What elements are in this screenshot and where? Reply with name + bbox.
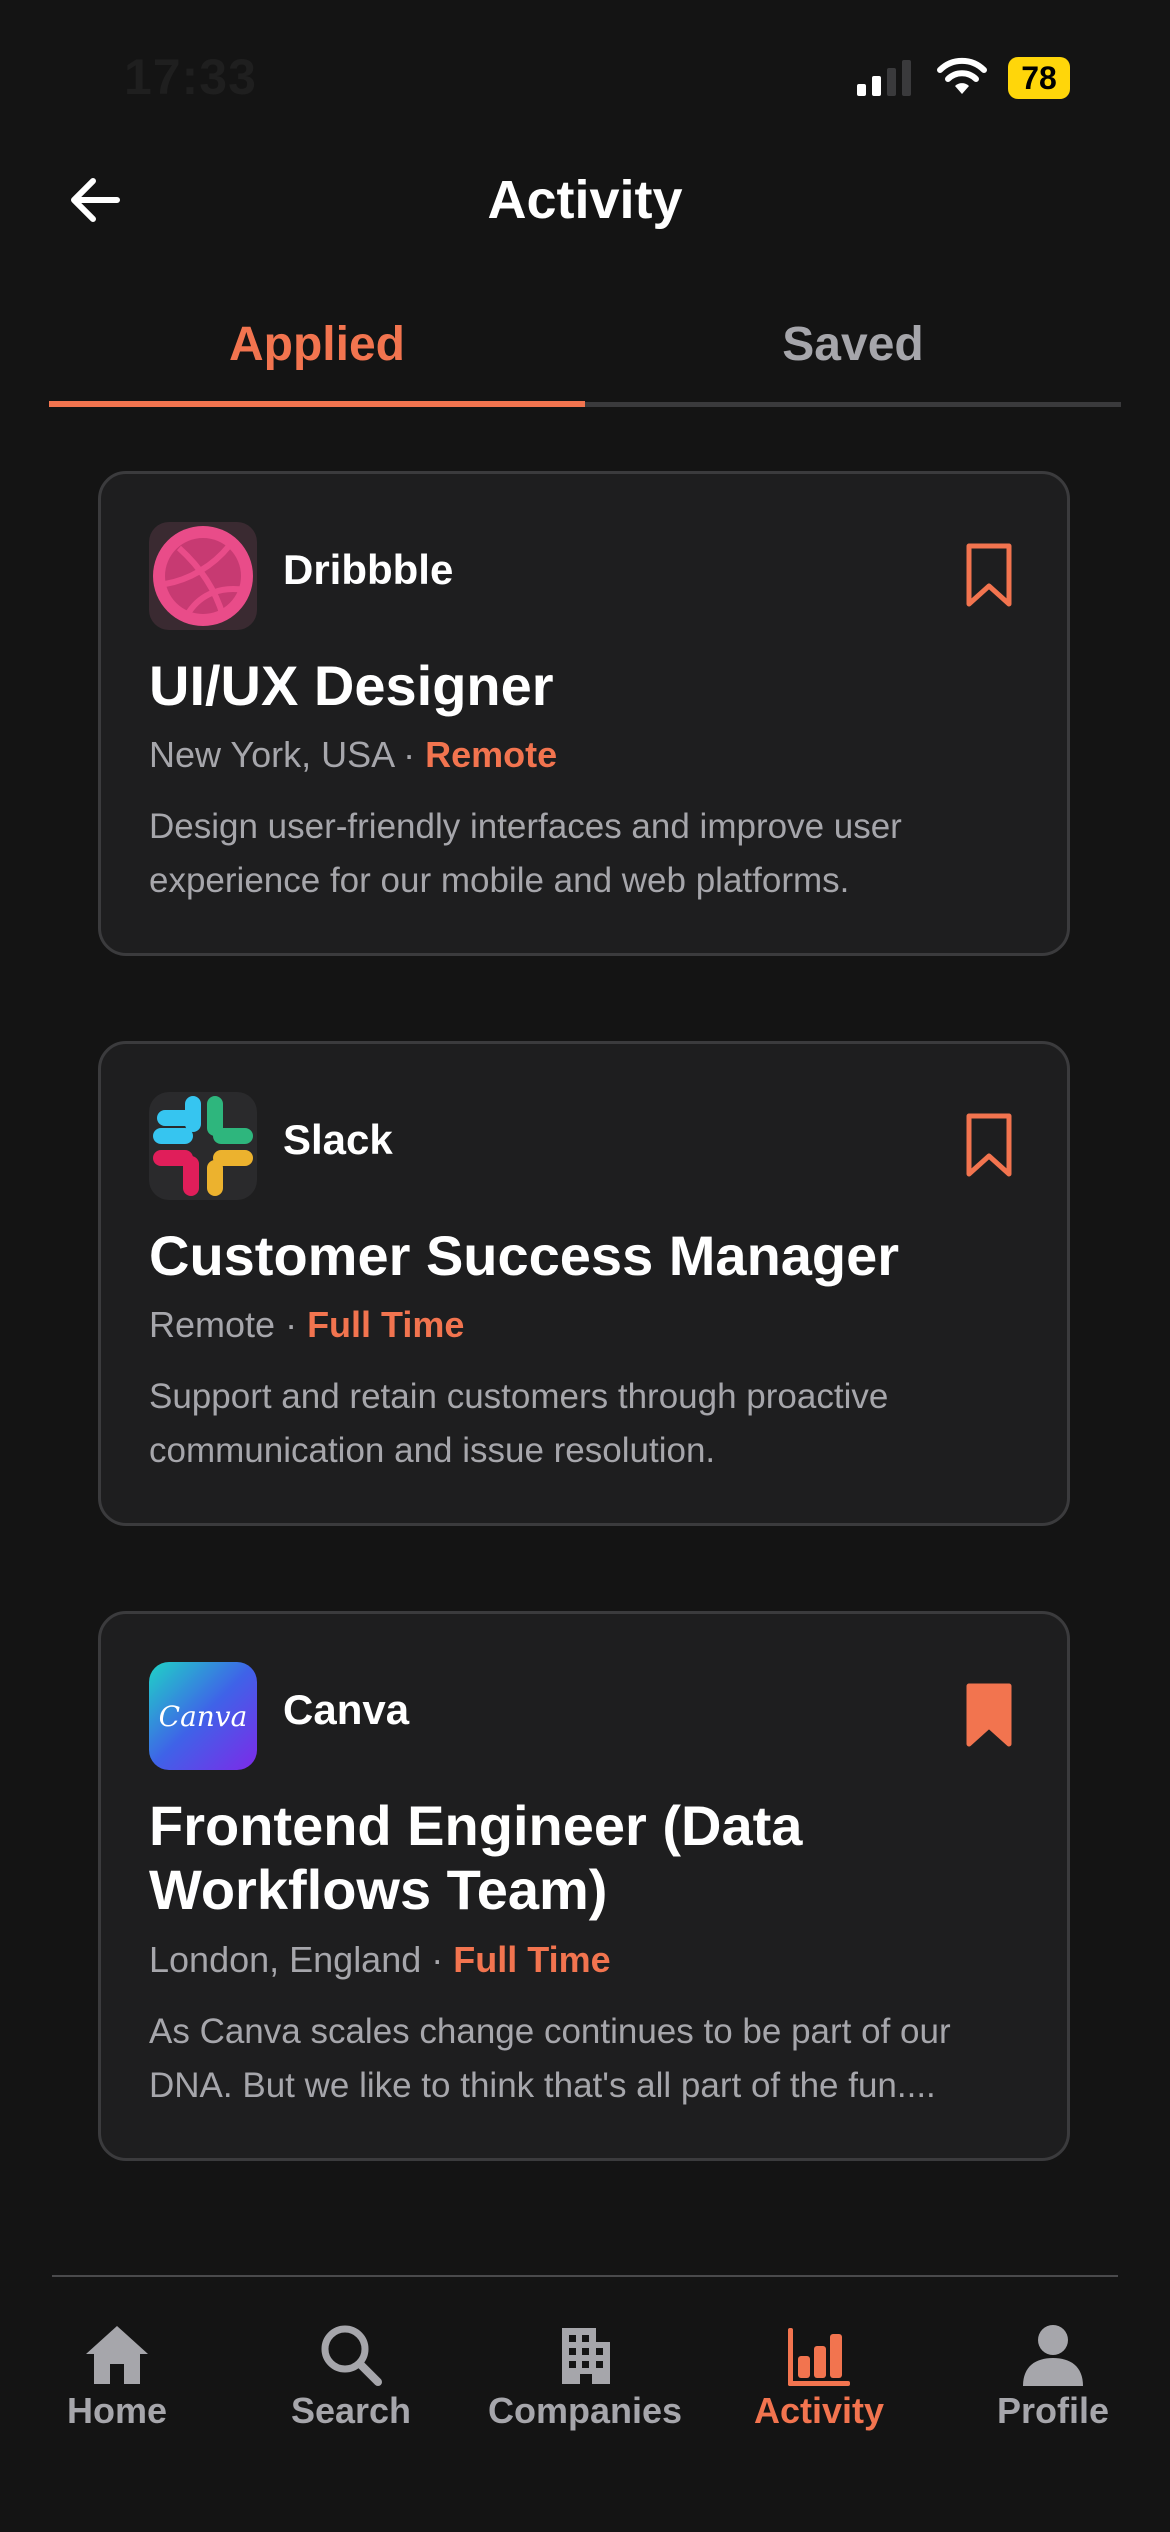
bookmark-icon[interactable] xyxy=(963,1112,1015,1178)
cellular-signal-icon xyxy=(857,60,911,96)
home-icon xyxy=(86,2326,148,2384)
company-name: Canva xyxy=(283,1686,410,1733)
nav-label: Home xyxy=(66,2390,168,2431)
bottom-nav: Home Search Companies Activity Profile xyxy=(0,2290,1170,2460)
job-description: As Canva scales change continues to be p… xyxy=(149,2012,951,2105)
job-card[interactable]: Canva Canva Frontend Engineer (Data Work… xyxy=(98,1611,1070,2161)
tab-applied[interactable]: Applied xyxy=(49,290,585,406)
arrow-left-icon xyxy=(71,178,120,222)
job-meta: Remote · Full Time xyxy=(149,1304,464,1346)
nav-label: Activity xyxy=(753,2390,885,2431)
status-bar: 17:33 78 xyxy=(0,0,1170,150)
nav-label: Search xyxy=(290,2390,412,2431)
building-icon xyxy=(562,2328,610,2384)
nav-item-home[interactable]: Home xyxy=(0,2290,234,2460)
svg-text:Canva: Canva xyxy=(159,1700,248,1733)
job-title: Frontend Engineer (Data Workflows Team) xyxy=(149,1794,803,1921)
status-time: 17:33 xyxy=(124,49,257,105)
battery-indicator: 78 xyxy=(1008,57,1070,99)
bar-chart-icon xyxy=(788,2328,850,2386)
wifi-icon xyxy=(937,57,987,94)
job-type-tag: Remote xyxy=(425,734,558,775)
tab-saved[interactable]: Saved xyxy=(585,290,1121,406)
job-meta: New York, USA · Remote xyxy=(149,734,557,776)
job-location: New York, USA xyxy=(149,734,394,775)
nav-item-search[interactable]: Search xyxy=(234,2290,468,2460)
job-meta: London, England · Full Time xyxy=(149,1939,611,1981)
job-type-tag: Full Time xyxy=(307,1304,465,1345)
tab-active-indicator xyxy=(49,401,585,407)
job-title: Customer Success Manager xyxy=(149,1224,900,1287)
job-location: London, England xyxy=(149,1939,422,1980)
tab-bar: Applied Saved xyxy=(49,290,1121,410)
meta-separator: · xyxy=(275,1304,308,1345)
slack-logo xyxy=(149,1092,257,1200)
back-button[interactable] xyxy=(60,170,130,230)
job-card[interactable]: Dribbble UI/UX Designer New York, USA · … xyxy=(98,471,1070,956)
job-description: Support and retain customers through pro… xyxy=(149,1377,889,1470)
search-icon xyxy=(321,2325,382,2386)
job-location: Remote xyxy=(149,1304,276,1345)
nav-label: Companies xyxy=(487,2390,683,2431)
nav-label: Profile xyxy=(996,2390,1110,2431)
bookmark-icon[interactable] xyxy=(963,542,1015,608)
nav-item-profile[interactable]: Profile xyxy=(936,2290,1170,2460)
job-card[interactable]: Slack Customer Success Manager Remote · … xyxy=(98,1041,1070,1526)
canva-logo: Canva xyxy=(149,1662,257,1770)
dribbble-logo xyxy=(149,522,257,630)
page-title: Activity xyxy=(487,170,683,230)
job-title: UI/UX Designer xyxy=(149,654,554,717)
company-name: Dribbble xyxy=(283,546,454,593)
company-name: Slack xyxy=(283,1116,393,1163)
nav-item-companies[interactable]: Companies xyxy=(468,2290,702,2460)
job-description: Design user-friendly interfaces and impr… xyxy=(149,807,902,900)
person-icon xyxy=(1023,2325,1083,2386)
job-type-tag: Full Time xyxy=(453,1939,611,1980)
header: Activity xyxy=(0,150,1170,250)
bookmark-filled-icon[interactable] xyxy=(963,1682,1015,1748)
meta-separator: · xyxy=(421,1939,454,1980)
nav-item-activity[interactable]: Activity xyxy=(702,2290,936,2460)
meta-separator: · xyxy=(393,734,426,775)
nav-divider xyxy=(52,2275,1118,2277)
